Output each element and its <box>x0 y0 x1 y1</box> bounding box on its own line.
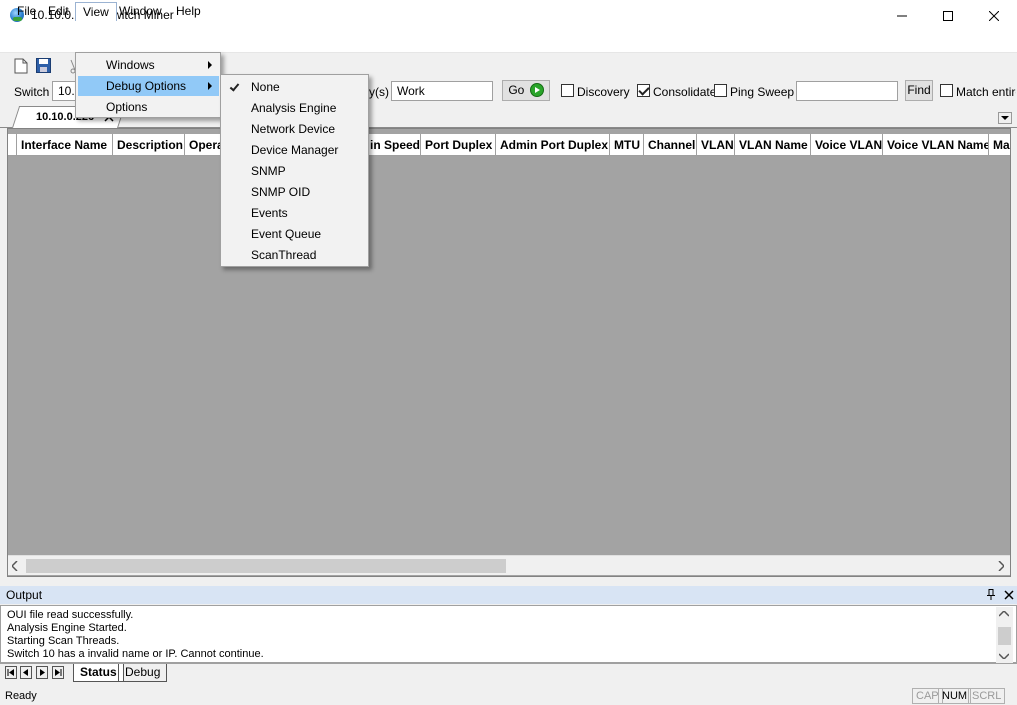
column-header[interactable]: Channel <box>644 134 697 155</box>
scroll-lock-indicator: SCRL <box>968 688 1006 704</box>
minimize-icon <box>897 15 907 16</box>
vertical-scrollbar[interactable] <box>996 607 1013 663</box>
log-line: OUI file read successfully. <box>7 609 134 621</box>
close-icon <box>989 10 999 21</box>
menu-item-label: None <box>251 80 280 94</box>
consolidate-label: Consolidate <box>653 85 717 99</box>
column-header[interactable]: VLAN Name <box>735 134 811 155</box>
switch-label: Switch <box>14 85 50 99</box>
go-button[interactable]: Go <box>502 80 550 101</box>
new-document-icon[interactable] <box>14 58 30 74</box>
column-header[interactable]: MTU <box>610 134 644 155</box>
ping-sweep-label: Ping Sweep <box>730 85 795 99</box>
close-button[interactable] <box>971 0 1017 31</box>
menu-item-options[interactable]: Options <box>78 97 219 117</box>
debug-option-none[interactable]: None <box>223 77 367 98</box>
column-header[interactable]: Voice VLAN <box>811 134 883 155</box>
tab-status[interactable]: Status <box>73 664 124 682</box>
view-menu-dropdown: Windows Debug Options Options <box>75 52 221 118</box>
grid-body[interactable] <box>8 157 1010 555</box>
column-header[interactable]: Ma <box>989 134 1010 155</box>
num-lock-indicator: NUM <box>938 688 972 704</box>
match-entire-checkbox[interactable] <box>940 84 953 97</box>
status-bar <box>0 685 1017 705</box>
tab-debug[interactable]: Debug <box>118 664 168 682</box>
play-icon <box>529 83 544 97</box>
scroll-up-icon[interactable] <box>999 611 1009 617</box>
community-input[interactable]: Work <box>391 81 493 101</box>
menu-item-label: Options <box>106 100 148 114</box>
minimize-button[interactable] <box>879 0 925 31</box>
log-line: Switch 10 has a invalid name or IP. Cann… <box>7 648 264 660</box>
chevron-down-icon[interactable] <box>998 112 1012 124</box>
save-icon[interactable] <box>36 58 52 74</box>
menu-help[interactable]: Help <box>169 2 208 21</box>
column-header[interactable]: Voice VLAN Name <box>883 134 989 155</box>
menu-window[interactable]: Window <box>112 2 169 21</box>
vertical-scroll-thumb[interactable] <box>998 627 1011 645</box>
discovery-checkbox[interactable] <box>561 84 574 97</box>
column-header[interactable]: Port Duplex <box>421 134 496 155</box>
output-panel-title: Output <box>6 588 43 602</box>
horizontal-scrollbar[interactable] <box>8 555 1010 575</box>
ping-sweep-checkbox[interactable] <box>714 84 727 97</box>
menu-item-label: Windows <box>106 58 155 72</box>
status-text: Ready <box>5 690 37 702</box>
next-tab-icon[interactable] <box>36 666 48 679</box>
checkmark-icon <box>229 81 240 92</box>
previous-tab-icon[interactable] <box>20 666 32 679</box>
panel-close-icon[interactable] <box>1004 589 1014 600</box>
debug-option-device-manager[interactable]: Device Manager <box>223 140 367 161</box>
consolidate-checkbox[interactable] <box>637 84 650 97</box>
menu-bar <box>0 31 1017 53</box>
debug-option-snmp-oid[interactable]: SNMP OID <box>223 182 367 203</box>
debug-option-snmp[interactable]: SNMP <box>223 161 367 182</box>
find-button[interactable]: Find <box>905 80 933 101</box>
scroll-left-icon[interactable] <box>12 561 18 571</box>
submenu-arrow-icon <box>208 82 212 90</box>
debug-option-events[interactable]: Events <box>223 203 367 224</box>
column-header[interactable]: VLAN <box>697 134 735 155</box>
last-tab-icon[interactable] <box>52 666 64 679</box>
menu-view[interactable]: View <box>75 2 117 21</box>
scroll-right-icon[interactable] <box>998 561 1004 571</box>
log-line: Analysis Engine Started. <box>7 622 127 634</box>
search-input[interactable] <box>796 81 898 101</box>
maximize-button[interactable] <box>925 0 971 31</box>
debug-options-submenu: None Analysis Engine Network Device Devi… <box>220 74 369 267</box>
column-header[interactable]: Admin Port Duplex <box>496 134 610 155</box>
menu-file[interactable]: File <box>10 2 43 21</box>
match-entire-label: Match entire <box>956 85 1016 99</box>
column-header[interactable]: Description <box>113 134 185 155</box>
menu-edit[interactable]: Edit <box>41 2 76 21</box>
first-tab-icon[interactable] <box>5 666 17 679</box>
row-header-corner <box>8 134 17 155</box>
maximize-icon <box>943 10 953 21</box>
log-line: Starting Scan Threads. <box>7 635 120 647</box>
output-panel-header <box>0 586 1017 604</box>
submenu-arrow-icon <box>208 61 212 69</box>
horizontal-scroll-thumb[interactable] <box>26 559 506 573</box>
grid-header: Interface Name Description Opera in Spee… <box>8 134 1010 156</box>
column-header[interactable]: in Speed <box>366 134 421 155</box>
menu-item-label: Debug Options <box>106 79 187 93</box>
menu-item-debug-options[interactable]: Debug Options <box>78 76 219 96</box>
menu-item-windows[interactable]: Windows <box>78 55 219 75</box>
output-log[interactable]: OUI file read successfully. Analysis Eng… <box>0 605 1017 663</box>
debug-option-scanthread[interactable]: ScanThread <box>223 245 367 266</box>
go-label: Go <box>508 83 525 97</box>
pin-icon[interactable] <box>986 589 996 600</box>
debug-option-network-device[interactable]: Network Device <box>223 119 367 140</box>
community-label: y(s) <box>369 85 389 99</box>
column-header[interactable]: Interface Name <box>17 134 113 155</box>
discovery-label: Discovery <box>577 85 630 99</box>
debug-option-event-queue[interactable]: Event Queue <box>223 224 367 245</box>
scroll-down-icon[interactable] <box>999 653 1009 659</box>
debug-option-analysis-engine[interactable]: Analysis Engine <box>223 98 367 119</box>
